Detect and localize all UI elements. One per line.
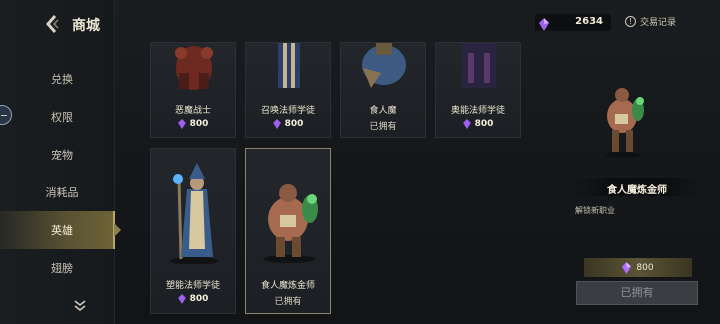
hero-name: 食人魔 bbox=[369, 106, 397, 116]
currency-display: 2634 bbox=[535, 14, 611, 31]
transaction-history-link[interactable]: ! 交易记录 bbox=[625, 15, 676, 28]
hero-card-ogre[interactable]: 食人魔 已拥有 bbox=[340, 42, 426, 138]
nav-item-consumables[interactable]: 消耗品 bbox=[0, 173, 115, 211]
hero-owned-label: 已拥有 bbox=[369, 122, 397, 132]
info-icon: ! bbox=[625, 16, 636, 27]
hero-owned-label: 已拥有 bbox=[274, 297, 302, 307]
nav-item-wings[interactable]: 翅膀 bbox=[0, 249, 115, 287]
hero-card-arcane-apprentice[interactable]: 奥能法师学徒 800 bbox=[435, 42, 521, 138]
currency-amount: 2634 bbox=[575, 16, 603, 27]
back-arrow-icon[interactable] bbox=[44, 14, 62, 34]
hero-card-evocation-apprentice[interactable]: 塑能法师学徒 800 bbox=[150, 148, 236, 314]
gem-icon bbox=[177, 294, 186, 304]
hero-portrait bbox=[278, 43, 300, 88]
hero-name: 塑能法师学徒 bbox=[165, 281, 220, 291]
gem-icon bbox=[272, 119, 281, 129]
owned-button[interactable]: 已拥有 bbox=[576, 281, 698, 305]
gem-icon bbox=[177, 119, 186, 129]
gem-icon bbox=[622, 261, 632, 274]
hero-portrait bbox=[362, 43, 406, 88]
nav-item-pets[interactable]: 宠物 bbox=[0, 136, 115, 174]
hero-name: 奥能法师学徒 bbox=[450, 106, 505, 116]
hero-card-ogre-alchemist[interactable]: 食人魔炼金师 已拥有 bbox=[245, 148, 331, 314]
detail-price: 800 bbox=[584, 258, 692, 277]
hero-name: 召唤法师学徒 bbox=[260, 106, 315, 116]
hero-price: 800 bbox=[246, 119, 330, 129]
nav-item-privileges[interactable]: 权限 bbox=[0, 98, 115, 136]
detail-hero-name: 食人魔炼金师 bbox=[607, 185, 667, 196]
gem-icon bbox=[539, 16, 549, 35]
hero-portrait bbox=[462, 43, 496, 88]
hero-name: 恶魔战士 bbox=[174, 106, 211, 116]
hero-portrait bbox=[263, 184, 318, 263]
hero-name: 食人魔炼金师 bbox=[260, 281, 315, 291]
nav-item-heroes[interactable]: 英雄 bbox=[0, 211, 121, 249]
hero-price: 800 bbox=[436, 119, 520, 129]
sidebar: 商城 兑换 权限 宠物 消耗品 英雄 翅膀 bbox=[0, 0, 121, 324]
gem-icon bbox=[462, 119, 471, 129]
page-title: 商城 bbox=[72, 18, 100, 34]
hero-portrait bbox=[175, 46, 213, 90]
store-screen: 商城 兑换 权限 宠物 消耗品 英雄 翅膀 2634 ! 交易记录 恶魔战士 8… bbox=[0, 0, 720, 324]
hero-price: 800 bbox=[151, 294, 235, 304]
selected-hero-portrait bbox=[605, 88, 644, 158]
detail-description: 解锁新职业 bbox=[575, 206, 615, 215]
hero-card-demon-warrior[interactable]: 恶魔战士 800 bbox=[150, 42, 236, 138]
hero-price: 800 bbox=[151, 119, 235, 129]
scroll-down-icon[interactable] bbox=[70, 300, 90, 316]
history-label: 交易记录 bbox=[640, 18, 677, 28]
hero-portrait bbox=[170, 163, 218, 264]
hero-card-summoner-apprentice[interactable]: 召唤法师学徒 800 bbox=[245, 42, 331, 138]
nav-item-exchange[interactable]: 兑换 bbox=[0, 60, 115, 98]
